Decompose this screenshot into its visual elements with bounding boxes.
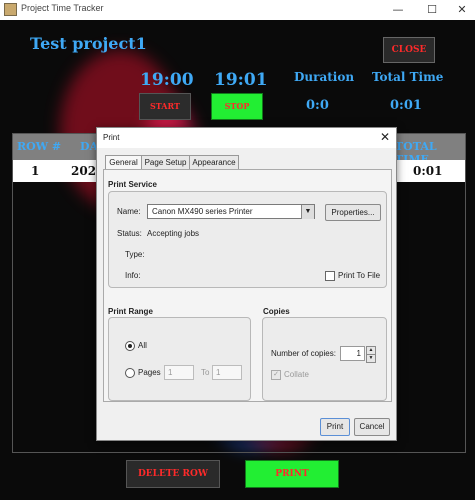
printer-name: Canon MX490 series Printer bbox=[152, 207, 253, 216]
tab-general[interactable]: General bbox=[105, 155, 142, 170]
dialog-title: Print bbox=[103, 133, 120, 142]
tab-page-setup[interactable]: Page Setup bbox=[141, 155, 190, 170]
dialog-print-button[interactable]: Print bbox=[320, 418, 350, 436]
cell-total: 0:01 bbox=[413, 164, 443, 178]
number-of-copies-label: Number of copies: bbox=[271, 349, 336, 358]
duration-label: Duration bbox=[294, 70, 355, 84]
collate-checkbox[interactable]: ✓ bbox=[271, 370, 281, 380]
maximize-icon[interactable]: ☐ bbox=[417, 1, 447, 18]
status-value: Accepting jobs bbox=[147, 229, 200, 238]
start-time: 19:00 bbox=[140, 70, 194, 90]
pages-to-field[interactable]: 1 bbox=[212, 365, 242, 380]
column-header-row[interactable]: ROW # bbox=[17, 140, 61, 153]
print-service-title: Print Service bbox=[108, 180, 157, 189]
cell-row: 1 bbox=[31, 164, 40, 178]
collate-label: Collate bbox=[284, 370, 309, 379]
start-button[interactable]: START bbox=[139, 93, 191, 120]
name-label: Name: bbox=[117, 207, 141, 216]
window-title: Project Time Tracker bbox=[21, 3, 104, 13]
close-window-icon[interactable]: ✕ bbox=[447, 1, 475, 18]
total-time-value: 0:01 bbox=[390, 98, 422, 113]
chevron-down-icon: ▼ bbox=[301, 205, 314, 219]
print-to-file-label: Print To File bbox=[338, 271, 381, 280]
close-icon[interactable]: ✕ bbox=[380, 130, 390, 144]
total-time-label: Total Time bbox=[372, 70, 444, 84]
properties-button[interactable]: Properties... bbox=[325, 204, 381, 221]
duration-value: 0:0 bbox=[306, 98, 329, 113]
pages-from-field[interactable]: 1 bbox=[164, 365, 194, 380]
print-range-group: All Pages 1 To 1 bbox=[108, 317, 251, 401]
window-titlebar: Project Time Tracker — ☐ ✕ bbox=[0, 0, 475, 21]
dialog-cancel-button[interactable]: Cancel bbox=[354, 418, 390, 436]
type-label: Type: bbox=[125, 250, 145, 259]
spinner-down-icon[interactable]: ▼ bbox=[366, 354, 376, 363]
app-icon bbox=[4, 3, 17, 16]
pages-radio[interactable] bbox=[125, 368, 135, 378]
printer-select[interactable]: Canon MX490 series Printer ▼ bbox=[147, 204, 315, 219]
all-radio[interactable] bbox=[125, 341, 135, 351]
pages-label: Pages bbox=[138, 368, 161, 377]
general-panel: Print Service Name: Canon MX490 series P… bbox=[103, 169, 392, 402]
copies-group: Number of copies: 1 ▲ ▼ ✓ Collate bbox=[262, 317, 387, 401]
dialog-titlebar: Print ✕ bbox=[97, 128, 396, 148]
minimize-icon[interactable]: — bbox=[383, 1, 413, 18]
to-label: To bbox=[201, 368, 210, 377]
tab-appearance[interactable]: Appearance bbox=[189, 155, 239, 170]
print-range-title: Print Range bbox=[108, 307, 153, 316]
project-title: Test project1 bbox=[30, 34, 147, 53]
print-to-file-checkbox[interactable] bbox=[325, 271, 335, 281]
print-service-group: Name: Canon MX490 series Printer ▼ Prope… bbox=[108, 191, 387, 288]
print-dialog: Print ✕ General Page Setup Appearance Pr… bbox=[96, 127, 397, 441]
close-button[interactable]: CLOSE bbox=[383, 37, 435, 63]
all-label: All bbox=[138, 341, 147, 350]
stop-button[interactable]: STOP bbox=[211, 93, 263, 120]
delete-row-button[interactable]: DELETE ROW bbox=[126, 460, 220, 488]
copies-field[interactable]: 1 bbox=[340, 346, 365, 361]
info-label: Info: bbox=[125, 271, 141, 280]
copies-title: Copies bbox=[263, 307, 290, 316]
print-button[interactable]: PRINT bbox=[245, 460, 339, 488]
status-label: Status: bbox=[117, 229, 142, 238]
stop-time: 19:01 bbox=[214, 70, 268, 90]
